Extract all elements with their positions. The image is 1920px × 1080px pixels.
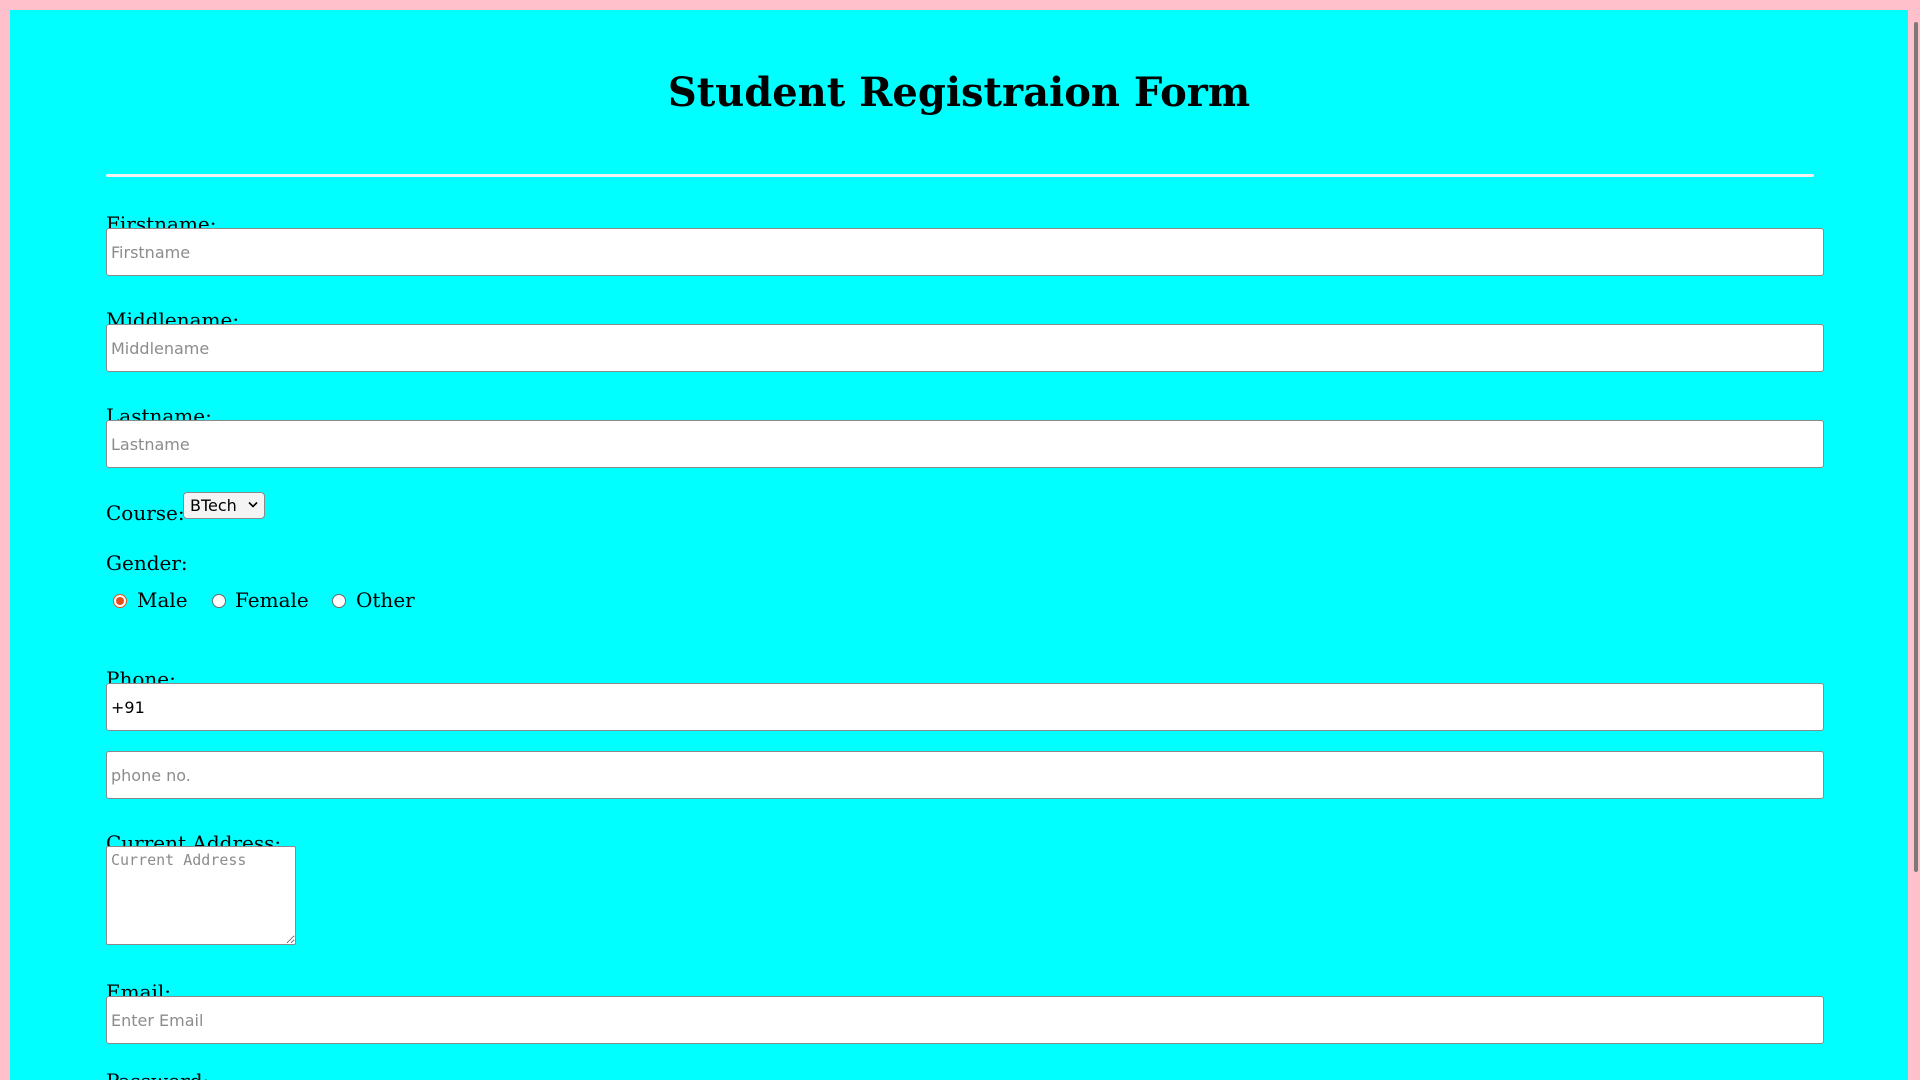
course-label: Course: [106,501,185,525]
gender-label-male: Male [137,588,188,612]
scrollbar-thumb[interactable] [1914,22,1918,872]
form-container: Student Registraion Form Firstname: Midd… [10,10,1908,1080]
course-selected-value: BTech [190,496,237,515]
middlename-input[interactable] [106,324,1824,372]
gender-label-other: Other [356,588,415,612]
lastname-input[interactable] [106,420,1824,468]
divider [106,174,1814,177]
scrollbar[interactable] [1910,10,1920,1080]
page-title: Student Registraion Form [667,69,1251,116]
gender-radio-male[interactable] [113,594,127,608]
course-select[interactable]: BTech [183,492,265,519]
firstname-input[interactable] [106,228,1824,276]
gender-radio-other[interactable] [332,594,346,608]
chevron-down-icon [248,501,258,508]
phone-code-input[interactable] [106,683,1824,731]
email-input[interactable] [106,996,1824,1044]
phone-number-input[interactable] [106,751,1824,799]
password-label: Password: [106,1068,209,1080]
address-textarea[interactable] [106,846,296,945]
gender-label-female: Female [235,588,309,612]
gender-label: Gender: [106,551,188,575]
gender-radio-female[interactable] [212,594,226,608]
